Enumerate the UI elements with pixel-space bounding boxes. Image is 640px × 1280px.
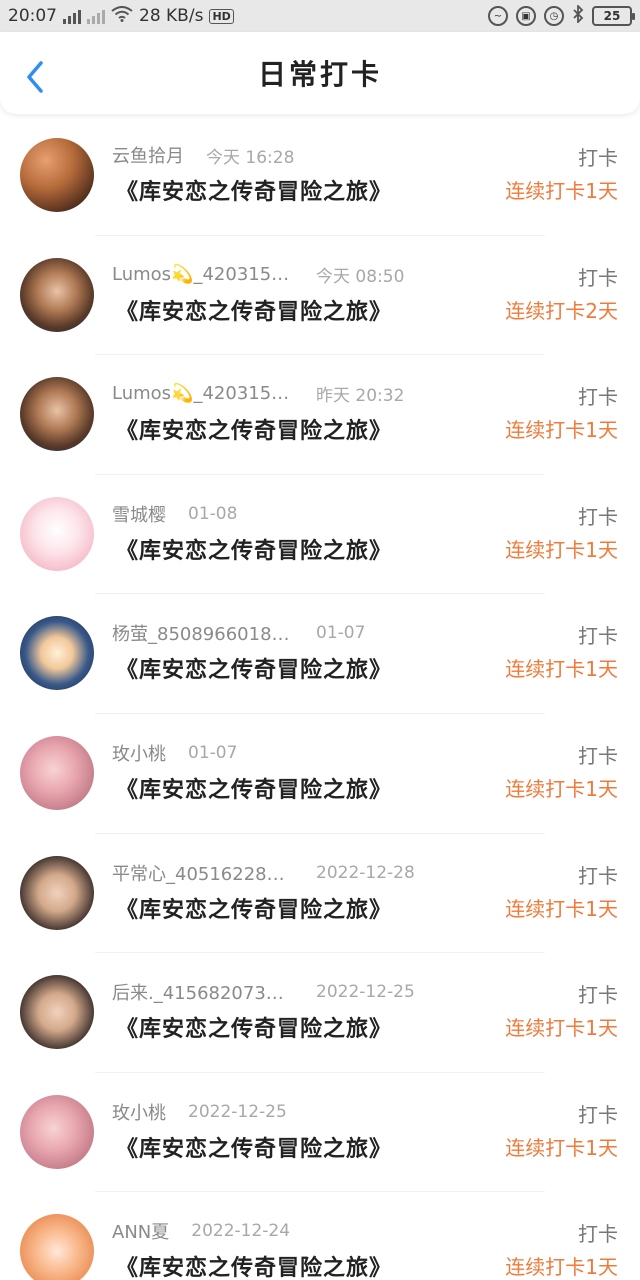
signal-4g-icon [63,8,81,24]
pink-hair-avatar[interactable] [20,1094,94,1169]
entry-meta: 云鱼拾月 今天 16:28 [112,142,294,168]
list-item[interactable]: 雪城樱 01-08 《库安恋之传奇冒险之旅》 打卡 连续打卡1天 [0,475,640,595]
list-item[interactable]: Lumos💫_42031502… 昨天 20:32 《库安恋之传奇冒险之旅》 打… [0,355,640,475]
bluetooth-icon [572,3,584,28]
entry-meta: ANN夏 2022-12-24 [112,1218,290,1244]
back-button[interactable] [22,60,48,94]
entry-time: 昨天 20:32 [316,386,405,407]
alarm-icon: ◷ [544,6,564,26]
battery-icon: 25 [592,6,635,26]
streak-label: 连续打卡1天 [505,776,618,801]
app-header: 日常打卡 [0,32,640,114]
book-title[interactable]: 《库安恋之传奇冒险之旅》 [116,1250,392,1280]
streak-label: 连续打卡2天 [505,298,618,323]
book-title[interactable]: 《库安恋之传奇冒险之旅》 [116,892,392,924]
list-item[interactable]: 杨萤_85089660184… 01-07 《库安恋之传奇冒险之旅》 打卡 连续… [0,594,640,714]
vibrate-icon: ~ [488,6,508,26]
user-name[interactable]: Lumos💫_42031502… [112,383,294,404]
streak-label: 连续打卡1天 [505,537,618,562]
streak-label: 连续打卡1天 [505,418,618,443]
entry-meta: 玫小桃 01-07 [112,740,237,766]
checkin-label: 打卡 [578,385,618,410]
streak-label: 连续打卡1天 [505,179,618,203]
lock-rotation-icon: ▣ [516,6,536,26]
list-item[interactable]: ANN夏 2022-12-24 《库安恋之传奇冒险之旅》 打卡 连续打卡1天 [0,1192,640,1280]
book-title[interactable]: 《库安恋之传奇冒险之旅》 [116,413,392,445]
entry-meta: 平常心_405162289… 2022-12-28 [112,860,415,886]
checkin-label: 打卡 [578,863,618,888]
entry-time: 01-08 [188,503,238,524]
chevron-left-icon [27,61,43,93]
entry-time: 2022-12-28 [316,862,415,883]
entry-meta: 雪城樱 01-08 [112,501,237,527]
streak-label: 连续打卡1天 [505,1255,618,1280]
silhouette-sunset-avatar[interactable] [20,138,94,212]
hd-icon: HD [209,8,234,24]
checkin-label: 打卡 [578,146,618,170]
list-item[interactable]: Lumos💫_42031502… 今天 08:50 《库安恋之传奇冒险之旅》 打… [0,236,640,356]
checkin-label: 打卡 [578,265,618,290]
orange-anime-avatar[interactable] [20,1214,94,1280]
streak-label: 连续打卡1天 [505,657,618,682]
checkin-label: 打卡 [578,743,618,768]
book-title[interactable]: 《库安恋之传奇冒险之旅》 [116,294,392,326]
star-anime-avatar[interactable] [20,616,94,691]
book-title[interactable]: 《库安恋之传奇冒险之旅》 [116,1011,392,1043]
status-bar: 20:07 28 KB/s HD ~ ▣ ◷ 25 [0,0,640,32]
entry-time: 今天 16:28 [206,147,295,168]
book-title[interactable]: 《库安恋之传奇冒险之旅》 [116,652,392,684]
checkin-label: 打卡 [578,983,618,1008]
child-photo-avatar[interactable] [20,975,94,1050]
entry-time: 今天 08:50 [316,266,405,287]
network-speed: 28 KB/s [139,6,204,26]
girl-portrait-avatar[interactable] [20,257,94,332]
pink-anime-avatar[interactable] [20,496,94,571]
book-title[interactable]: 《库安恋之传奇冒险之旅》 [116,533,392,565]
entry-meta: 后来._4156820736… 2022-12-25 [112,979,415,1005]
entry-time: 01-07 [316,623,366,644]
streak-label: 连续打卡1天 [505,896,618,921]
pink-hair-avatar[interactable] [20,735,94,810]
user-name[interactable]: ANN夏 [112,1218,169,1244]
entry-time: 2022-12-25 [316,982,415,1003]
user-name[interactable]: Lumos💫_42031502… [112,264,294,285]
entry-meta: Lumos💫_42031502… 今天 08:50 [112,262,404,287]
entry-meta: 玫小桃 2022-12-25 [112,1099,287,1125]
user-name[interactable]: 平常心_405162289… [112,860,294,886]
user-name[interactable]: 杨萤_85089660184… [112,620,294,646]
battery-level: 25 [603,9,621,23]
streak-label: 连续打卡1天 [505,1135,618,1160]
checkin-label: 打卡 [578,624,618,649]
checkin-list: 云鱼拾月 今天 16:28 《库安恋之传奇冒险之旅》 打卡 连续打卡1天 Lum… [0,116,640,1280]
status-time: 20:07 [8,6,57,26]
entry-meta: Lumos💫_42031502… 昨天 20:32 [112,381,404,406]
user-name[interactable]: 雪城樱 [112,501,166,527]
list-item[interactable]: 云鱼拾月 今天 16:28 《库安恋之传奇冒险之旅》 打卡 连续打卡1天 [0,116,640,236]
book-title[interactable]: 《库安恋之传奇冒险之旅》 [116,174,392,206]
child-photo-avatar[interactable] [20,855,94,930]
list-item[interactable]: 玫小桃 01-07 《库安恋之传奇冒险之旅》 打卡 连续打卡1天 [0,714,640,834]
signal-icon [87,8,105,24]
book-title[interactable]: 《库安恋之传奇冒险之旅》 [116,1131,392,1163]
user-name[interactable]: 玫小桃 [112,1099,166,1125]
entry-time: 2022-12-24 [191,1221,291,1242]
streak-label: 连续打卡1天 [505,1016,618,1041]
girl-portrait-avatar[interactable] [20,377,94,452]
list-item[interactable]: 后来._4156820736… 2022-12-25 《库安恋之传奇冒险之旅》 … [0,953,640,1073]
page-title: 日常打卡 [257,58,382,91]
user-name[interactable]: 玫小桃 [112,740,166,766]
list-item[interactable]: 玫小桃 2022-12-25 《库安恋之传奇冒险之旅》 打卡 连续打卡1天 [0,1073,640,1193]
wifi-icon [111,6,133,26]
entry-time: 01-07 [188,742,238,763]
entry-time: 2022-12-25 [188,1101,287,1122]
checkin-label: 打卡 [578,1102,618,1127]
entry-meta: 杨萤_85089660184… 01-07 [112,620,365,646]
checkin-label: 打卡 [578,1222,618,1247]
user-name[interactable]: 云鱼拾月 [112,142,184,168]
user-name[interactable]: 后来._4156820736… [112,979,294,1005]
list-item[interactable]: 平常心_405162289… 2022-12-28 《库安恋之传奇冒险之旅》 打… [0,834,640,954]
checkin-label: 打卡 [578,504,618,529]
book-title[interactable]: 《库安恋之传奇冒险之旅》 [116,772,392,804]
